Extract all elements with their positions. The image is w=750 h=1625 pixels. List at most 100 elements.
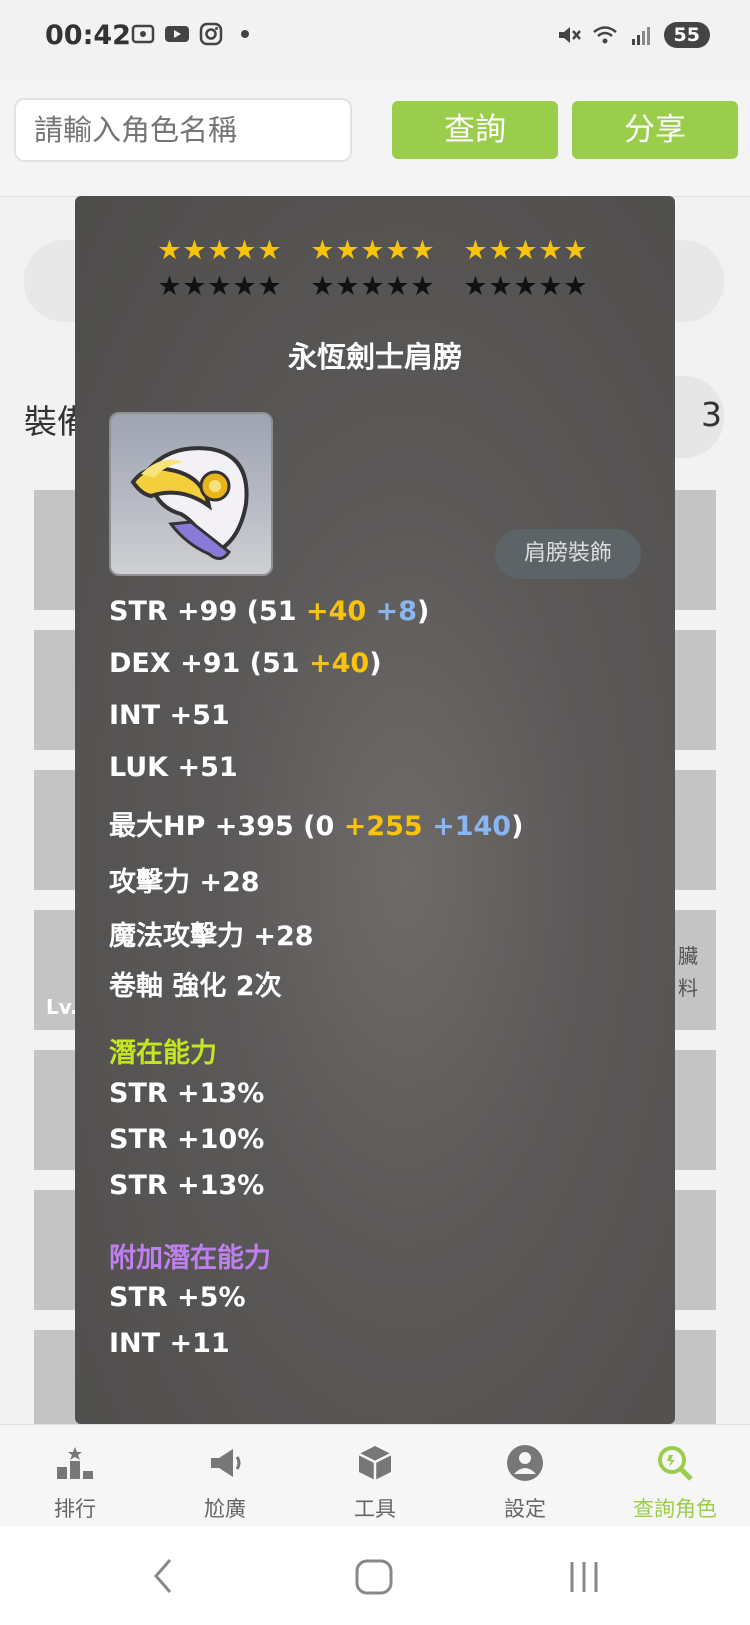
mute-icon — [558, 27, 581, 43]
megaphone-icon — [211, 1449, 241, 1477]
star-group: ★ ★ ★ ★ ★ — [310, 272, 435, 302]
black-star-icon: ★ — [538, 271, 563, 302]
bottom-nav: 排行 尬廣 工具 設定 查詢角色 — [0, 1424, 750, 1527]
instagram-icon — [199, 22, 223, 46]
equipment-count: 3 — [701, 395, 722, 434]
query-button[interactable]: 查詢 — [392, 101, 558, 159]
nav-item-megaphone[interactable]: 尬廣 — [150, 1425, 300, 1527]
potential-line: STR +13% — [109, 1078, 265, 1109]
search-bar: 查詢 分享 — [0, 82, 750, 197]
gold-star-icon: ★ — [513, 235, 538, 266]
black-star-icon: ★ — [488, 271, 513, 302]
side-label-1: 臟 — [678, 944, 698, 968]
system-navigation — [0, 1526, 750, 1625]
stat-max-hp: 最大HP +395 (0 +255 +140) — [109, 804, 523, 843]
stat-str-enhance: +8 — [375, 596, 417, 627]
gold-star-icon: ★ — [410, 235, 435, 266]
black-star-icon: ★ — [207, 271, 232, 302]
potential-line: STR +10% — [109, 1124, 265, 1155]
recent-apps-icon[interactable] — [566, 1558, 602, 1596]
gold-star-icon: ★ — [335, 235, 360, 266]
status-bar: 00:42 55 — [0, 0, 750, 80]
stat-hp-base: 最大HP +395 (0 — [109, 811, 344, 842]
signal-icon — [631, 27, 650, 45]
stat-dex-base: DEX +91 (51 — [109, 648, 309, 679]
gold-star-icon: ★ — [232, 235, 257, 266]
stat-hp-close: ) — [511, 811, 524, 842]
user-icon — [507, 1445, 543, 1481]
gold-star-icon: ★ — [182, 235, 207, 266]
gold-star-icon: ★ — [488, 235, 513, 266]
item-type-badge: 肩膀裝飾 — [495, 529, 641, 579]
bonus-potential-line: INT +11 — [109, 1328, 230, 1359]
wifi-icon — [592, 26, 617, 44]
star-group: ★ ★ ★ ★ ★ — [157, 236, 282, 266]
stat-str: STR +99 (51 +40 +8) — [109, 596, 429, 627]
star-group: ★ ★ ★ ★ ★ — [463, 272, 588, 302]
dot-icon — [241, 30, 249, 38]
gold-star-icon: ★ — [257, 235, 282, 266]
black-star-icon: ★ — [182, 271, 207, 302]
screenshot-icon — [131, 24, 155, 44]
bonus-potential-title: 附加潛在能力 — [109, 1243, 271, 1274]
stat-hp-bonus: +255 — [343, 811, 423, 842]
black-star-icon: ★ — [257, 271, 282, 302]
black-star-icon: ★ — [232, 271, 257, 302]
black-star-icon: ★ — [410, 271, 435, 302]
level-label: Lv. — [46, 995, 78, 1019]
nav-item-search-character[interactable]: 查詢角色 — [600, 1425, 750, 1527]
stat-str-close: ) — [417, 596, 430, 627]
character-search-input[interactable] — [14, 98, 352, 162]
shoulder-item-icon — [130, 446, 249, 560]
nav-label: 尬廣 — [204, 1497, 246, 1521]
black-star-icon: ★ — [310, 271, 335, 302]
stat-str-base: STR +99 (51 — [109, 596, 306, 627]
stat-luk: LUK +51 — [109, 752, 238, 783]
black-star-icon: ★ — [157, 271, 182, 302]
home-icon[interactable] — [354, 1558, 394, 1596]
status-time: 00:42 — [45, 20, 131, 51]
nav-label: 排行 — [54, 1497, 96, 1521]
gold-star-icon: ★ — [157, 235, 182, 266]
system-status: 55 — [556, 22, 710, 48]
star-group: ★ ★ ★ ★ ★ — [310, 236, 435, 266]
stat-attack: 攻擊力 +28 — [109, 867, 260, 898]
black-star-icon: ★ — [360, 271, 385, 302]
bonus-potential-line: STR +5% — [109, 1282, 246, 1313]
nav-label: 設定 — [504, 1497, 546, 1521]
notification-icons — [130, 22, 258, 46]
battery-level: 55 — [663, 22, 710, 48]
black-star-icon: ★ — [463, 271, 488, 302]
stat-scroll: 卷軸 強化 2次 — [109, 971, 282, 1002]
stat-str-bonus: +40 — [305, 596, 367, 627]
ranking-icon — [57, 1447, 93, 1479]
stat-hp-enhance: +140 — [432, 811, 512, 842]
gold-star-icon: ★ — [563, 235, 588, 266]
gold-star-icon: ★ — [463, 235, 488, 266]
gold-star-icon: ★ — [538, 235, 563, 266]
stat-dex: DEX +91 (51 +40) — [109, 648, 382, 679]
nav-item-tools[interactable]: 工具 — [300, 1425, 450, 1527]
black-star-icon: ★ — [563, 271, 588, 302]
youtube-icon — [165, 26, 189, 42]
gold-star-icon: ★ — [310, 235, 335, 266]
star-force-row-black: ★ ★ ★ ★ ★ ★ ★ ★ ★ ★ ★ ★ ★ ★ ★ — [157, 272, 616, 302]
nav-label: 查詢角色 — [633, 1497, 717, 1521]
item-detail-card[interactable]: ★ ★ ★ ★ ★ ★ ★ ★ ★ ★ ★ ★ ★ ★ ★ ★ ★ ★ ★ ★ ★ ★ ★ ★ ★ ★ ★ ★ ★ ★ 永恆劍士肩膀 肩… — [75, 196, 675, 1424]
black-star-icon: ★ — [385, 271, 410, 302]
black-star-icon: ★ — [335, 271, 360, 302]
nav-item-ranking[interactable]: 排行 — [0, 1425, 150, 1527]
share-button[interactable]: 分享 — [572, 101, 738, 159]
star-force-row-gold: ★ ★ ★ ★ ★ ★ ★ ★ ★ ★ ★ ★ ★ ★ ★ — [157, 236, 616, 266]
star-group: ★ ★ ★ ★ ★ — [157, 272, 282, 302]
potential-line: STR +13% — [109, 1170, 265, 1201]
potential-title: 潛在能力 — [109, 1038, 217, 1069]
stat-dex-close: ) — [369, 648, 382, 679]
stat-int: INT +51 — [109, 700, 230, 731]
item-image — [109, 412, 273, 576]
back-icon[interactable] — [148, 1556, 178, 1596]
star-group: ★ ★ ★ ★ ★ — [463, 236, 588, 266]
side-label-2: 料 — [678, 976, 698, 1000]
gold-star-icon: ★ — [207, 235, 232, 266]
nav-item-settings[interactable]: 設定 — [450, 1425, 600, 1527]
